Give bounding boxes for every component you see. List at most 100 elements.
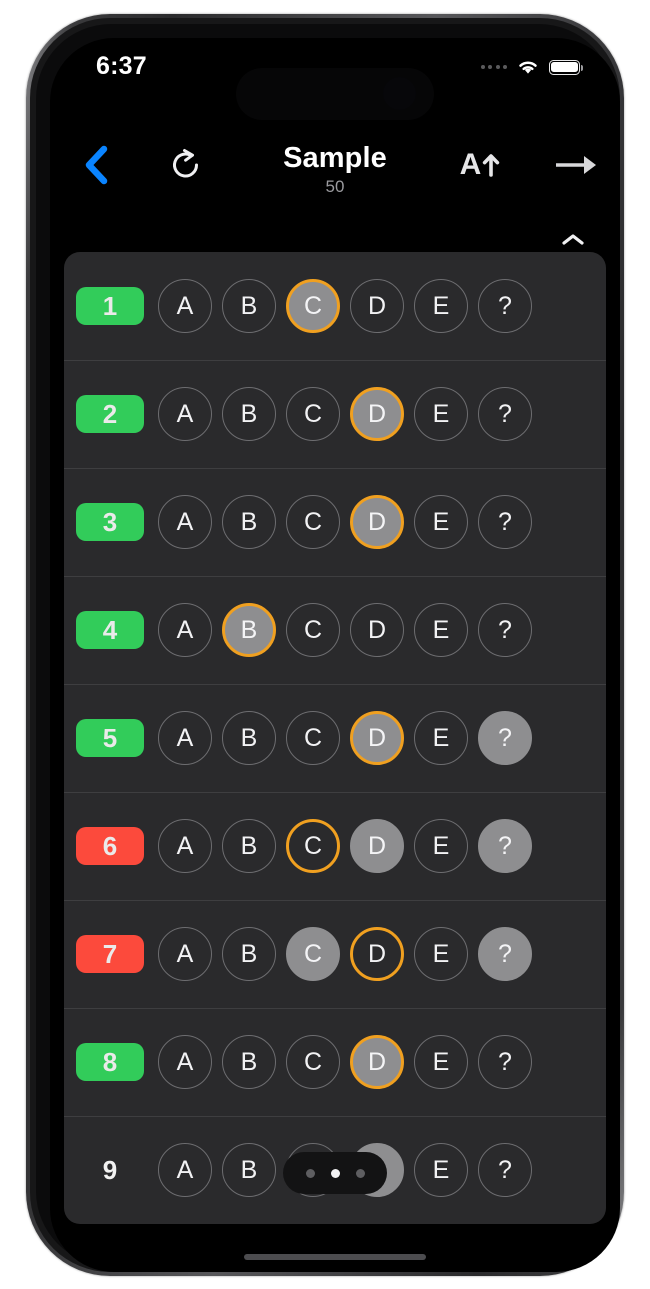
arrow-up-icon xyxy=(483,154,500,177)
option-bubble-unknown[interactable]: ? xyxy=(478,711,532,765)
table-row: 4 A B C D E? xyxy=(64,576,606,684)
option-bubble-unknown[interactable]: ? xyxy=(478,279,532,333)
option-bubble-e[interactable]: E xyxy=(414,387,468,441)
option-bubble-e[interactable]: E xyxy=(414,1143,468,1197)
option-bubble-b[interactable]: B xyxy=(222,603,276,657)
option-bubble-c[interactable]: C xyxy=(286,387,340,441)
option-bubble-d[interactable]: D xyxy=(350,279,404,333)
table-row: 1 A B C D E? xyxy=(64,252,606,360)
question-number-badge: 3 xyxy=(76,503,144,541)
option-bubble-a[interactable]: A xyxy=(158,1143,212,1197)
phone-screen: 6:37 Sample 50 A 1 A B C D E ? 2 A B C D… xyxy=(50,38,620,1272)
chevron-left-icon xyxy=(85,145,108,185)
refresh-button[interactable] xyxy=(160,138,212,192)
page-title: Sample xyxy=(283,142,387,174)
question-number-badge: 6 xyxy=(76,827,144,865)
table-row: 6 A B C D E? xyxy=(64,792,606,900)
phone-bezel: 6:37 Sample 50 A 1 A B C D E ? 2 A B C D… xyxy=(30,18,620,1272)
chevron-up-icon xyxy=(562,233,584,245)
status-bar: 6:37 xyxy=(50,38,620,100)
option-bubble-a[interactable]: A xyxy=(158,1035,212,1089)
status-bar-indicators xyxy=(480,58,583,76)
table-row: 8 A B C D E? xyxy=(64,1008,606,1116)
question-number-badge: 5 xyxy=(76,719,144,757)
option-bubble-unknown[interactable]: ? xyxy=(478,603,532,657)
option-bubble-b[interactable]: B xyxy=(222,1035,276,1089)
option-group: ABCDE? xyxy=(158,1035,532,1089)
option-bubble-b[interactable]: B xyxy=(222,927,276,981)
option-bubble-c[interactable]: C xyxy=(286,495,340,549)
option-bubble-e[interactable]: E xyxy=(414,603,468,657)
option-bubble-a[interactable]: A xyxy=(158,279,212,333)
option-group: ABCDE? xyxy=(158,927,532,981)
font-size-label: A xyxy=(460,150,501,180)
refresh-icon xyxy=(173,149,198,178)
option-bubble-e[interactable]: E xyxy=(414,1035,468,1089)
option-bubble-unknown[interactable]: ? xyxy=(478,927,532,981)
option-bubble-e[interactable]: E xyxy=(414,711,468,765)
table-row: 7 A B C D E? xyxy=(64,900,606,1008)
option-bubble-c[interactable]: C xyxy=(286,819,340,873)
option-bubble-c[interactable]: C xyxy=(286,279,340,333)
option-bubble-unknown[interactable]: ? xyxy=(478,495,532,549)
table-row: 2 A B C D E? xyxy=(64,360,606,468)
font-size-button[interactable]: A xyxy=(452,138,508,192)
option-bubble-d[interactable]: D xyxy=(350,603,404,657)
home-indicator[interactable] xyxy=(244,1254,426,1260)
question-number-badge: 2 xyxy=(76,395,144,433)
page-dot xyxy=(330,1168,340,1178)
next-button[interactable] xyxy=(548,138,604,192)
option-bubble-b[interactable]: B xyxy=(222,1143,276,1197)
option-bubble-b[interactable]: B xyxy=(222,711,276,765)
option-group: ABCDE? xyxy=(158,279,532,333)
option-bubble-e[interactable]: E xyxy=(414,819,468,873)
option-bubble-e[interactable]: E xyxy=(414,927,468,981)
question-number-badge: 4 xyxy=(76,611,144,649)
option-bubble-b[interactable]: B xyxy=(222,495,276,549)
option-group: ABCDE? xyxy=(158,711,532,765)
option-group: ABCDE? xyxy=(158,819,532,873)
cellular-dots-icon xyxy=(480,64,507,70)
option-bubble-b[interactable]: B xyxy=(222,387,276,441)
question-number-badge: 1 xyxy=(76,287,144,325)
option-bubble-c[interactable]: C xyxy=(286,927,340,981)
option-bubble-a[interactable]: A xyxy=(158,603,212,657)
option-bubble-unknown[interactable]: ? xyxy=(478,1143,532,1197)
question-number-badge: 8 xyxy=(76,1043,144,1081)
option-bubble-d[interactable]: D xyxy=(350,711,404,765)
option-bubble-b[interactable]: B xyxy=(222,279,276,333)
option-group: ABCDE? xyxy=(158,387,532,441)
option-bubble-d[interactable]: D xyxy=(350,387,404,441)
answer-list: 1 A B C D E? 2 A B C D E? 3 A B C D E? 4 A B C D E? 5 A B C D E? 6 A B C D… xyxy=(64,252,606,1224)
option-bubble-a[interactable]: A xyxy=(158,711,212,765)
option-bubble-d[interactable]: D xyxy=(350,495,404,549)
option-bubble-a[interactable]: A xyxy=(158,387,212,441)
option-bubble-c[interactable]: C xyxy=(286,711,340,765)
screenshot-stage: 6:37 Sample 50 A 1 A B C D E ? 2 A B C D… xyxy=(0,0,650,1289)
option-bubble-d[interactable]: D xyxy=(350,927,404,981)
option-bubble-c[interactable]: C xyxy=(286,1035,340,1089)
battery-icon xyxy=(549,59,583,75)
phone-frame: 6:37 Sample 50 A 1 A B C D E ? 2 A B C D… xyxy=(26,14,624,1276)
page-dot xyxy=(305,1168,315,1178)
option-bubble-d[interactable]: D xyxy=(350,1035,404,1089)
option-bubble-a[interactable]: A xyxy=(158,495,212,549)
option-bubble-e[interactable]: E xyxy=(414,495,468,549)
table-row: 5 A B C D E? xyxy=(64,684,606,792)
option-bubble-a[interactable]: A xyxy=(158,927,212,981)
option-bubble-a[interactable]: A xyxy=(158,819,212,873)
back-button[interactable] xyxy=(70,138,122,192)
option-bubble-d[interactable]: D xyxy=(350,819,404,873)
option-bubble-c[interactable]: C xyxy=(286,603,340,657)
option-bubble-unknown[interactable]: ? xyxy=(478,387,532,441)
option-bubble-unknown[interactable]: ? xyxy=(478,1035,532,1089)
navigation-bar: Sample 50 A xyxy=(50,138,620,210)
option-group: ABCDE? xyxy=(158,495,532,549)
wifi-icon xyxy=(519,61,537,74)
phone-bezel-inner: 6:37 Sample 50 A 1 A B C D E ? 2 A B C D… xyxy=(36,24,620,1272)
option-bubble-b[interactable]: B xyxy=(222,819,276,873)
page-indicator[interactable] xyxy=(283,1152,387,1194)
option-bubble-unknown[interactable]: ? xyxy=(478,819,532,873)
option-bubble-e[interactable]: E xyxy=(414,279,468,333)
nav-title-block: Sample 50 xyxy=(50,138,620,197)
